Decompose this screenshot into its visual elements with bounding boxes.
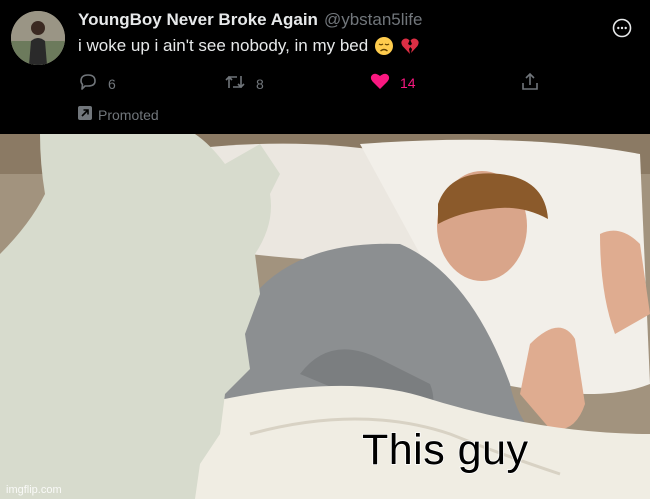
disappointed-face-icon: [374, 36, 394, 56]
retweet-count: 8: [256, 75, 264, 92]
meme-caption: This guy: [361, 425, 529, 475]
retweet-icon: [224, 72, 246, 95]
promoted-label: Promoted: [78, 106, 159, 123]
promoted-arrow-icon: [78, 106, 92, 123]
like-count: 14: [400, 74, 416, 91]
watermark: imgflip.com: [6, 484, 62, 496]
meme-image: This guy: [0, 134, 650, 499]
promoted-text: Promoted: [98, 106, 159, 123]
reply-button[interactable]: 6: [78, 72, 116, 95]
avatar[interactable]: [11, 11, 65, 65]
share-button[interactable]: [520, 72, 540, 95]
user-handle[interactable]: @ybstan5life: [324, 10, 423, 29]
broken-heart-icon: [400, 36, 420, 56]
tweet-text: i woke up i ain't see nobody, in my bed: [78, 36, 420, 56]
heart-icon: [370, 72, 390, 93]
tweet-card[interactable]: YoungBoy Never Broke Again @ybstan5life i…: [0, 0, 650, 134]
retweet-button[interactable]: 8: [224, 72, 264, 95]
display-name[interactable]: YoungBoy Never Broke Again: [78, 10, 318, 29]
bed-scene-illustration: [0, 134, 650, 499]
share-icon: [520, 72, 540, 95]
reply-icon: [78, 72, 98, 95]
more-options-icon[interactable]: [612, 18, 632, 43]
tweet-actions: 6 8 14: [78, 72, 538, 96]
like-button[interactable]: 14: [370, 72, 416, 93]
tweet-header: YoungBoy Never Broke Again @ybstan5life: [78, 10, 422, 30]
tweet-text-content: i woke up i ain't see nobody, in my bed: [78, 36, 369, 55]
reply-count: 6: [108, 75, 116, 92]
